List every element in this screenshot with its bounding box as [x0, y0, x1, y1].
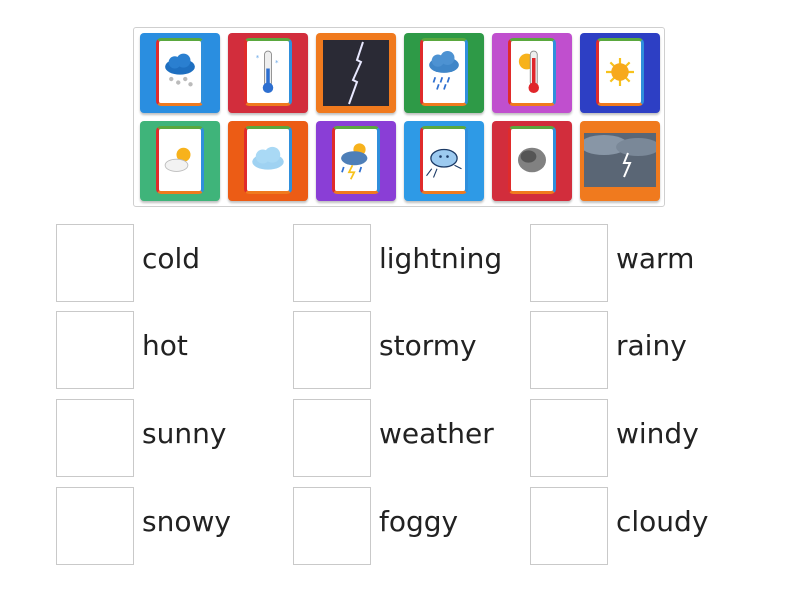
word-label-hot: hot [142, 329, 188, 362]
wind-cloud-icon [426, 148, 462, 178]
svg-text:*: * [256, 54, 260, 62]
hot-thermometer-icon [518, 50, 539, 93]
tile-wind-cloud[interactable] [404, 121, 484, 201]
drop-slot-warm[interactable] [530, 224, 608, 302]
drop-slot-weather[interactable] [293, 399, 371, 477]
tile-rain-cloud[interactable] [404, 33, 484, 113]
drop-slot-cloudy[interactable] [530, 487, 608, 565]
word-label-stormy: stormy [379, 329, 477, 362]
sun-icon [606, 58, 634, 86]
svg-text:*: * [275, 59, 279, 67]
word-label-snowy: snowy [142, 505, 231, 538]
cloud-icon [252, 146, 284, 170]
word-label-foggy: foggy [379, 505, 459, 538]
tile-sun-cloud[interactable] [140, 121, 220, 201]
drop-slot-windy[interactable] [530, 399, 608, 477]
word-label-cold: cold [142, 242, 201, 275]
drop-slot-snowy[interactable] [56, 487, 134, 565]
tile-hot-thermometer[interactable] [492, 33, 572, 113]
word-label-warm: warm [616, 242, 695, 275]
tile-cloud[interactable] [228, 121, 308, 201]
drop-slot-cold[interactable] [56, 224, 134, 302]
rain-cloud-icon [429, 51, 459, 90]
drop-slot-lightning[interactable] [293, 224, 371, 302]
word-label-sunny: sunny [142, 417, 227, 450]
tile-snow-cloud[interactable] [140, 33, 220, 113]
word-label-cloudy: cloudy [616, 505, 709, 538]
drop-slot-stormy[interactable] [293, 311, 371, 389]
word-label-lightning: lightning [379, 242, 503, 275]
drop-slot-rainy[interactable] [530, 311, 608, 389]
tile-lightning[interactable] [316, 33, 396, 113]
sun-cloud-icon [164, 147, 191, 172]
word-label-weather: weather [379, 417, 494, 450]
word-label-rainy: rainy [616, 329, 687, 362]
tile-cold-thermometer[interactable]: * * [228, 33, 308, 113]
drop-slot-hot[interactable] [56, 311, 134, 389]
lightning-photo-icon [323, 40, 389, 106]
snow-cloud-icon [165, 53, 195, 87]
storm-cloud-icon [341, 143, 368, 180]
tile-stormy-sky[interactable] [580, 121, 660, 201]
tile-fog[interactable] [492, 121, 572, 201]
stormy-sky-photo-icon [584, 133, 656, 187]
cold-thermometer-icon: ** [256, 50, 279, 93]
tile-sun[interactable] [580, 33, 660, 113]
tile-storm-cloud[interactable] [316, 121, 396, 201]
drop-slot-foggy[interactable] [293, 487, 371, 565]
word-label-windy: windy [616, 417, 699, 450]
fog-icon [518, 147, 546, 173]
image-tray: * * [133, 27, 665, 207]
drop-slot-sunny[interactable] [56, 399, 134, 477]
